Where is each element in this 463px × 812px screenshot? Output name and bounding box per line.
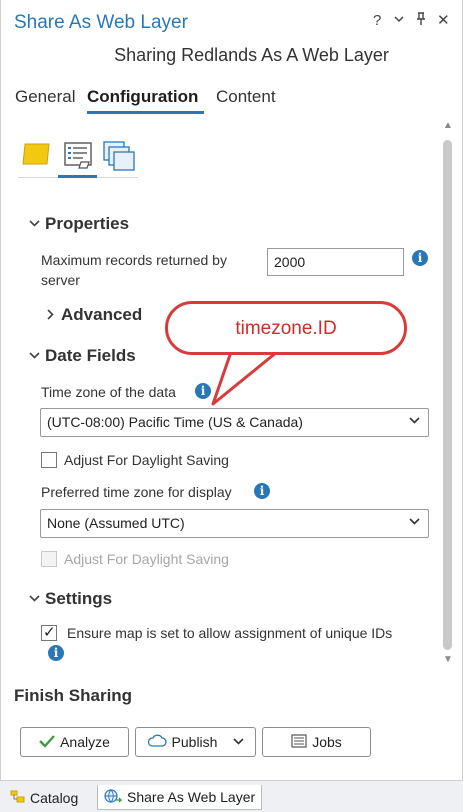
chevron-down-icon bbox=[29, 589, 41, 609]
info-icon[interactable]: i bbox=[412, 250, 428, 266]
share-web-layer-icon bbox=[104, 788, 123, 807]
pages-icon bbox=[103, 141, 135, 171]
close-icon[interactable]: ✕ bbox=[437, 12, 450, 30]
scroll-up-icon[interactable]: ▲ bbox=[443, 120, 453, 131]
tab-content[interactable]: Content bbox=[216, 87, 276, 107]
advanced-label: Advanced bbox=[61, 305, 143, 324]
chevron-down-icon[interactable] bbox=[233, 734, 245, 750]
configuration-subtab[interactable] bbox=[61, 140, 97, 174]
preferred-tz-label: Preferred time zone for display bbox=[41, 484, 232, 500]
active-tab-indicator bbox=[87, 111, 204, 114]
dst-checkbox[interactable] bbox=[41, 452, 57, 468]
share-as-web-layer-tab[interactable]: Share As Web Layer bbox=[97, 785, 263, 810]
help-icon[interactable]: ? bbox=[373, 12, 381, 30]
tz-select-value: (UTC-08:00) Pacific Time (US & Canada) bbox=[47, 414, 303, 430]
date-fields-section-header[interactable]: Date Fields bbox=[29, 346, 136, 366]
preferred-dst-label: Adjust For Daylight Saving bbox=[64, 551, 229, 567]
unique-ids-label: Ensure map is set to allow assignment of… bbox=[67, 625, 393, 641]
active-subtab-indicator bbox=[58, 175, 97, 178]
catalog-tab[interactable]: Catalog bbox=[4, 785, 84, 810]
share-tab-label: Share As Web Layer bbox=[127, 789, 256, 805]
properties-label: Properties bbox=[45, 214, 130, 233]
catalog-icon bbox=[10, 789, 26, 806]
publish-label: Publish bbox=[171, 734, 218, 750]
chevron-right-icon bbox=[45, 305, 57, 325]
date-fields-label: Date Fields bbox=[45, 346, 136, 365]
callout-text: timezone.ID bbox=[235, 318, 337, 339]
analyze-label: Analyze bbox=[60, 734, 110, 750]
jobs-list-icon bbox=[291, 733, 307, 751]
catalog-tab-label: Catalog bbox=[30, 789, 79, 806]
scroll-down-icon[interactable]: ▼ bbox=[443, 654, 453, 665]
chevron-down-icon bbox=[29, 346, 41, 366]
jobs-label: Jobs bbox=[312, 734, 342, 750]
max-records-input[interactable] bbox=[267, 248, 404, 276]
chevron-down-icon bbox=[409, 415, 420, 429]
chevron-down-icon[interactable] bbox=[393, 12, 405, 30]
dst-label: Adjust For Daylight Saving bbox=[64, 452, 229, 468]
share-as-web-layer-pane: Share As Web Layer ? ✕ Sharing Redlands … bbox=[0, 0, 463, 812]
cloud-icon bbox=[147, 734, 167, 751]
preferred-dst-checkbox bbox=[41, 551, 57, 567]
chevron-down-icon bbox=[29, 214, 41, 234]
settings-label: Settings bbox=[45, 589, 113, 608]
tab-general[interactable]: General bbox=[15, 87, 75, 107]
publish-button[interactable]: Publish bbox=[135, 727, 256, 757]
jobs-button[interactable]: Jobs bbox=[262, 727, 371, 757]
pane-subtitle: Sharing Redlands As A Web Layer bbox=[114, 45, 389, 65]
preferred-tz-select[interactable]: None (Assumed UTC) bbox=[40, 509, 429, 538]
pane-title: Share As Web Layer bbox=[14, 12, 188, 33]
layers-subtab[interactable] bbox=[19, 140, 55, 174]
tab-configuration[interactable]: Configuration bbox=[87, 87, 198, 107]
max-records-label: Maximum records returned by server bbox=[41, 252, 227, 288]
layer-icon bbox=[22, 143, 50, 165]
scroll-thumb[interactable] bbox=[443, 140, 452, 650]
info-icon[interactable]: i bbox=[254, 483, 270, 499]
unique-ids-checkbox[interactable] bbox=[41, 623, 57, 641]
settings-section-header[interactable]: Settings bbox=[29, 589, 112, 609]
pages-subtab[interactable] bbox=[101, 140, 137, 174]
analyze-button[interactable]: Analyze bbox=[20, 727, 129, 757]
dock-tab-bar: Catalog Share As Web Layer bbox=[0, 780, 463, 812]
callout-bubble: timezone.ID bbox=[165, 301, 407, 355]
tz-label: Time zone of the data bbox=[41, 384, 176, 400]
configuration-icon bbox=[64, 142, 92, 169]
preferred-tz-value: None (Assumed UTC) bbox=[47, 515, 185, 531]
checkmark-icon bbox=[39, 734, 55, 751]
info-icon[interactable]: i bbox=[48, 645, 64, 661]
chevron-down-icon bbox=[409, 516, 420, 530]
advanced-section-header[interactable]: Advanced bbox=[45, 305, 142, 325]
pane-titlebar: Share As Web Layer ? ✕ bbox=[1, 0, 462, 44]
properties-section-header[interactable]: Properties bbox=[29, 214, 129, 234]
tz-select[interactable]: (UTC-08:00) Pacific Time (US & Canada) bbox=[40, 408, 429, 437]
finish-sharing-header: Finish Sharing bbox=[14, 686, 133, 705]
vertical-scrollbar[interactable]: ▲ ▼ bbox=[441, 118, 455, 670]
pin-icon[interactable] bbox=[415, 12, 427, 31]
